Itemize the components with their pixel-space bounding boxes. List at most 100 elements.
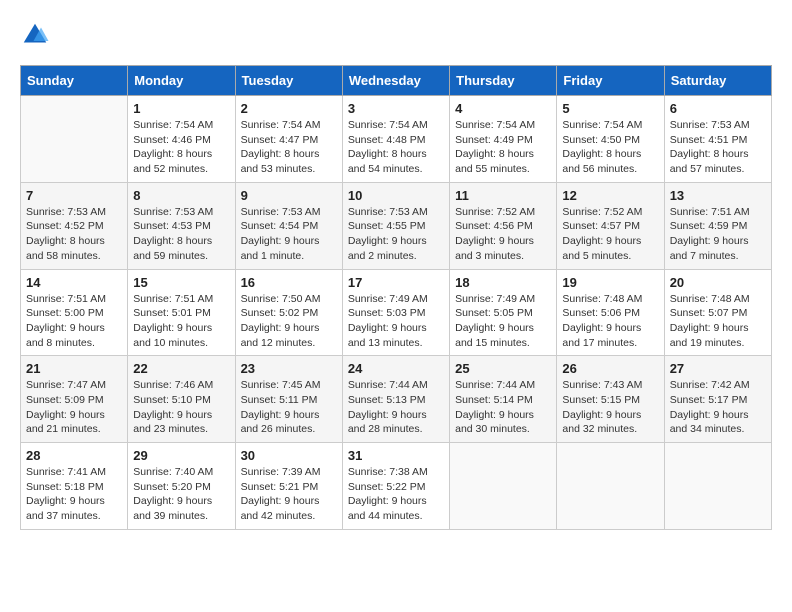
day-info: Sunrise: 7:44 AM Sunset: 5:13 PM Dayligh… <box>348 378 444 437</box>
calendar-cell: 29 Sunrise: 7:40 AM Sunset: 5:20 PM Dayli… <box>128 443 235 530</box>
day-number: 22 <box>133 361 229 376</box>
weekday-header: Tuesday <box>235 66 342 96</box>
day-info: Sunrise: 7:53 AM Sunset: 4:55 PM Dayligh… <box>348 205 444 264</box>
day-info: Sunrise: 7:48 AM Sunset: 5:06 PM Dayligh… <box>562 292 658 351</box>
day-number: 20 <box>670 275 766 290</box>
day-number: 4 <box>455 101 551 116</box>
calendar-cell: 9 Sunrise: 7:53 AM Sunset: 4:54 PM Daylig… <box>235 182 342 269</box>
calendar-cell: 2 Sunrise: 7:54 AM Sunset: 4:47 PM Daylig… <box>235 96 342 183</box>
calendar-cell: 26 Sunrise: 7:43 AM Sunset: 5:15 PM Dayli… <box>557 356 664 443</box>
day-info: Sunrise: 7:51 AM Sunset: 4:59 PM Dayligh… <box>670 205 766 264</box>
day-number: 25 <box>455 361 551 376</box>
calendar-cell: 24 Sunrise: 7:44 AM Sunset: 5:13 PM Dayli… <box>342 356 449 443</box>
calendar-cell <box>450 443 557 530</box>
calendar-header: SundayMondayTuesdayWednesdayThursdayFrid… <box>21 66 772 96</box>
day-number: 9 <box>241 188 337 203</box>
day-info: Sunrise: 7:53 AM Sunset: 4:53 PM Dayligh… <box>133 205 229 264</box>
day-number: 14 <box>26 275 122 290</box>
calendar-cell: 4 Sunrise: 7:54 AM Sunset: 4:49 PM Daylig… <box>450 96 557 183</box>
calendar-table: SundayMondayTuesdayWednesdayThursdayFrid… <box>20 65 772 530</box>
day-info: Sunrise: 7:54 AM Sunset: 4:47 PM Dayligh… <box>241 118 337 177</box>
weekday-header: Saturday <box>664 66 771 96</box>
day-info: Sunrise: 7:52 AM Sunset: 4:57 PM Dayligh… <box>562 205 658 264</box>
header <box>20 20 772 50</box>
day-number: 5 <box>562 101 658 116</box>
day-info: Sunrise: 7:43 AM Sunset: 5:15 PM Dayligh… <box>562 378 658 437</box>
day-number: 3 <box>348 101 444 116</box>
day-number: 24 <box>348 361 444 376</box>
calendar-cell: 28 Sunrise: 7:41 AM Sunset: 5:18 PM Dayli… <box>21 443 128 530</box>
calendar-cell: 8 Sunrise: 7:53 AM Sunset: 4:53 PM Daylig… <box>128 182 235 269</box>
logo-icon <box>20 20 50 50</box>
calendar-cell: 27Sunrise: 7:42 AM Sunset: 5:17 PM Dayli… <box>664 356 771 443</box>
day-number: 18 <box>455 275 551 290</box>
calendar-cell: 15Sunrise: 7:51 AM Sunset: 5:01 PM Dayli… <box>128 269 235 356</box>
day-info: Sunrise: 7:46 AM Sunset: 5:10 PM Dayligh… <box>133 378 229 437</box>
calendar-cell: 18 Sunrise: 7:49 AM Sunset: 5:05 PM Dayli… <box>450 269 557 356</box>
calendar-cell <box>21 96 128 183</box>
day-info: Sunrise: 7:49 AM Sunset: 5:05 PM Dayligh… <box>455 292 551 351</box>
day-info: Sunrise: 7:44 AM Sunset: 5:14 PM Dayligh… <box>455 378 551 437</box>
day-info: Sunrise: 7:54 AM Sunset: 4:49 PM Dayligh… <box>455 118 551 177</box>
weekday-header: Thursday <box>450 66 557 96</box>
weekday-header: Sunday <box>21 66 128 96</box>
day-info: Sunrise: 7:53 AM Sunset: 4:51 PM Dayligh… <box>670 118 766 177</box>
day-number: 8 <box>133 188 229 203</box>
calendar-cell: 7Sunrise: 7:53 AM Sunset: 4:52 PM Daylig… <box>21 182 128 269</box>
day-info: Sunrise: 7:49 AM Sunset: 5:03 PM Dayligh… <box>348 292 444 351</box>
calendar-cell: 19Sunrise: 7:48 AM Sunset: 5:06 PM Dayli… <box>557 269 664 356</box>
day-number: 15 <box>133 275 229 290</box>
day-info: Sunrise: 7:41 AM Sunset: 5:18 PM Dayligh… <box>26 465 122 524</box>
day-info: Sunrise: 7:40 AM Sunset: 5:20 PM Dayligh… <box>133 465 229 524</box>
day-info: Sunrise: 7:53 AM Sunset: 4:52 PM Dayligh… <box>26 205 122 264</box>
day-info: Sunrise: 7:54 AM Sunset: 4:46 PM Dayligh… <box>133 118 229 177</box>
calendar-cell: 30 Sunrise: 7:39 AM Sunset: 5:21 PM Dayli… <box>235 443 342 530</box>
calendar-cell: 16Sunrise: 7:50 AM Sunset: 5:02 PM Dayli… <box>235 269 342 356</box>
calendar-week-row: 1 Sunrise: 7:54 AM Sunset: 4:46 PM Daylig… <box>21 96 772 183</box>
calendar-cell: 20 Sunrise: 7:48 AM Sunset: 5:07 PM Dayli… <box>664 269 771 356</box>
calendar-body: 1 Sunrise: 7:54 AM Sunset: 4:46 PM Daylig… <box>21 96 772 530</box>
weekday-header: Wednesday <box>342 66 449 96</box>
day-info: Sunrise: 7:53 AM Sunset: 4:54 PM Dayligh… <box>241 205 337 264</box>
calendar-cell: 23Sunrise: 7:45 AM Sunset: 5:11 PM Dayli… <box>235 356 342 443</box>
day-info: Sunrise: 7:47 AM Sunset: 5:09 PM Dayligh… <box>26 378 122 437</box>
weekday-header: Friday <box>557 66 664 96</box>
day-number: 11 <box>455 188 551 203</box>
day-info: Sunrise: 7:39 AM Sunset: 5:21 PM Dayligh… <box>241 465 337 524</box>
calendar-cell: 5 Sunrise: 7:54 AM Sunset: 4:50 PM Daylig… <box>557 96 664 183</box>
day-number: 29 <box>133 448 229 463</box>
day-number: 6 <box>670 101 766 116</box>
day-number: 17 <box>348 275 444 290</box>
day-number: 21 <box>26 361 122 376</box>
calendar-week-row: 14 Sunrise: 7:51 AM Sunset: 5:00 PM Dayli… <box>21 269 772 356</box>
day-number: 13 <box>670 188 766 203</box>
calendar-cell: 1 Sunrise: 7:54 AM Sunset: 4:46 PM Daylig… <box>128 96 235 183</box>
day-number: 1 <box>133 101 229 116</box>
calendar-week-row: 21 Sunrise: 7:47 AM Sunset: 5:09 PM Dayli… <box>21 356 772 443</box>
calendar-cell: 31 Sunrise: 7:38 AM Sunset: 5:22 PM Dayli… <box>342 443 449 530</box>
calendar-cell: 10 Sunrise: 7:53 AM Sunset: 4:55 PM Dayli… <box>342 182 449 269</box>
calendar-week-row: 28 Sunrise: 7:41 AM Sunset: 5:18 PM Dayli… <box>21 443 772 530</box>
day-number: 27 <box>670 361 766 376</box>
calendar-cell: 6 Sunrise: 7:53 AM Sunset: 4:51 PM Daylig… <box>664 96 771 183</box>
day-number: 2 <box>241 101 337 116</box>
day-number: 28 <box>26 448 122 463</box>
calendar-cell: 22 Sunrise: 7:46 AM Sunset: 5:10 PM Dayli… <box>128 356 235 443</box>
calendar-cell: 21 Sunrise: 7:47 AM Sunset: 5:09 PM Dayli… <box>21 356 128 443</box>
calendar-cell <box>664 443 771 530</box>
day-info: Sunrise: 7:51 AM Sunset: 5:00 PM Dayligh… <box>26 292 122 351</box>
weekday-header: Monday <box>128 66 235 96</box>
logo <box>20 20 55 50</box>
day-info: Sunrise: 7:48 AM Sunset: 5:07 PM Dayligh… <box>670 292 766 351</box>
calendar-cell: 13 Sunrise: 7:51 AM Sunset: 4:59 PM Dayli… <box>664 182 771 269</box>
day-info: Sunrise: 7:38 AM Sunset: 5:22 PM Dayligh… <box>348 465 444 524</box>
day-number: 26 <box>562 361 658 376</box>
calendar-cell: 25 Sunrise: 7:44 AM Sunset: 5:14 PM Dayli… <box>450 356 557 443</box>
day-number: 31 <box>348 448 444 463</box>
day-number: 30 <box>241 448 337 463</box>
calendar-cell: 17 Sunrise: 7:49 AM Sunset: 5:03 PM Dayli… <box>342 269 449 356</box>
calendar-cell: 11Sunrise: 7:52 AM Sunset: 4:56 PM Dayli… <box>450 182 557 269</box>
day-info: Sunrise: 7:54 AM Sunset: 4:50 PM Dayligh… <box>562 118 658 177</box>
day-number: 12 <box>562 188 658 203</box>
day-number: 10 <box>348 188 444 203</box>
